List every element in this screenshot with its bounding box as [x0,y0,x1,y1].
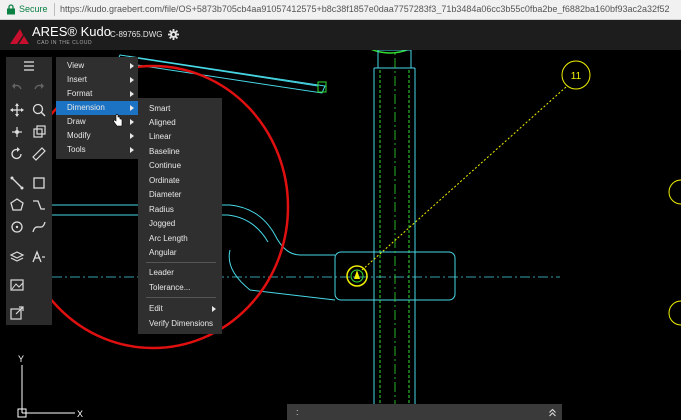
submenu-item-verify-dimensions[interactable]: Verify Dimensions [149,319,213,328]
menu-item-format[interactable]: Format [56,87,138,101]
polyline-icon[interactable] [31,197,47,213]
gear-icon[interactable] [168,29,179,40]
browser-address-bar[interactable]: Secure https://kudo.graebert.com/file/OS… [0,0,681,20]
zoom-icon[interactable] [31,102,47,118]
menu-item-modify[interactable]: Modify [56,129,138,143]
url-divider [54,3,55,16]
submenu-item-continue[interactable]: Continue [149,161,181,170]
rectangle-icon[interactable] [31,175,47,191]
drawing-pin [346,265,368,287]
hamburger-icon[interactable] [21,58,37,74]
submenu-divider [146,262,216,263]
circle-icon[interactable] [9,219,25,235]
pan-icon[interactable] [9,102,25,118]
submenu-item-aligned[interactable]: Aligned [149,118,176,127]
chevron-right-icon [130,147,134,153]
url-text[interactable]: https://kudo.graebert.com/file/OS+5873b7… [60,4,676,14]
line-icon[interactable] [9,175,25,191]
layer-icon[interactable] [9,249,25,265]
secure-label: Secure [19,4,48,14]
submenu-item-linear[interactable]: Linear [149,132,171,141]
export-icon[interactable] [9,305,25,321]
menu-item-view[interactable]: View [56,59,138,73]
command-prompt: : [296,407,299,417]
submenu-item-jogged[interactable]: Jogged [149,219,175,228]
polygon-icon[interactable] [9,197,25,213]
copy-icon[interactable] [31,124,47,140]
chevron-right-icon [130,91,134,97]
submenu-item-edit[interactable]: Edit [149,304,163,313]
menu-item-draw[interactable]: Draw [56,115,138,129]
command-line[interactable] [287,404,562,420]
undo-icon[interactable] [9,80,25,96]
drawing-link-outline [52,204,456,301]
ucs-y-label: Y [18,354,24,364]
submenu-item-smart[interactable]: Smart [149,104,170,113]
balloon-partial-lower [668,300,681,326]
app-logo-subtitle: CAD IN THE CLOUD [37,40,93,46]
chevron-right-icon [212,306,216,312]
expand-icon[interactable] [548,408,557,417]
drawing-diagonal-bar [116,54,326,94]
menu-item-dimension[interactable]: Dimension [56,101,138,115]
submenu-item-baseline[interactable]: Baseline [149,147,180,156]
menu-item-insert[interactable]: Insert [56,73,138,87]
submenu-divider [146,297,216,298]
balloon-label: 11 [571,71,582,82]
text-icon[interactable] [31,249,47,265]
chevron-right-icon [130,63,134,69]
logo-icon [10,29,29,44]
ucs-x-label: X [77,409,83,419]
submenu-item-tolerance[interactable]: Tolerance... [149,283,190,292]
submenu-item-arc-length[interactable]: Arc Length [149,234,188,243]
submenu-item-diameter[interactable]: Diameter [149,190,181,199]
app-logo-title: ARES® Kudo [32,24,111,39]
measure-icon[interactable] [31,146,47,162]
submenu-item-leader[interactable]: Leader [149,268,174,277]
chevron-right-icon [130,119,134,125]
submenu-item-angular[interactable]: Angular [149,248,177,257]
spline-icon[interactable] [31,219,47,235]
menu-item-tools[interactable]: Tools [56,143,138,157]
submenu-item-ordinate[interactable]: Ordinate [149,176,180,185]
redo-icon[interactable] [31,80,47,96]
drawing-column-hidden-lines [379,70,410,410]
file-name: C-89765.DWG [110,30,163,39]
chevron-right-icon [130,105,134,111]
image-icon[interactable] [9,277,25,293]
move-icon[interactable] [9,124,25,140]
main-menu: View Insert Format Dimension Draw Modify… [56,57,138,159]
ucs-icon [17,365,75,418]
chevron-right-icon [130,77,134,83]
leader-line [361,86,567,271]
submenu-item-radius[interactable]: Radius [149,205,174,214]
rotate-icon[interactable] [9,146,25,162]
chevron-right-icon [130,133,134,139]
hand-cursor-icon [113,114,123,127]
balloon-partial-upper [668,179,681,205]
dimension-submenu: Smart Aligned Linear Baseline Continue O… [138,98,222,334]
lock-icon [7,4,15,15]
